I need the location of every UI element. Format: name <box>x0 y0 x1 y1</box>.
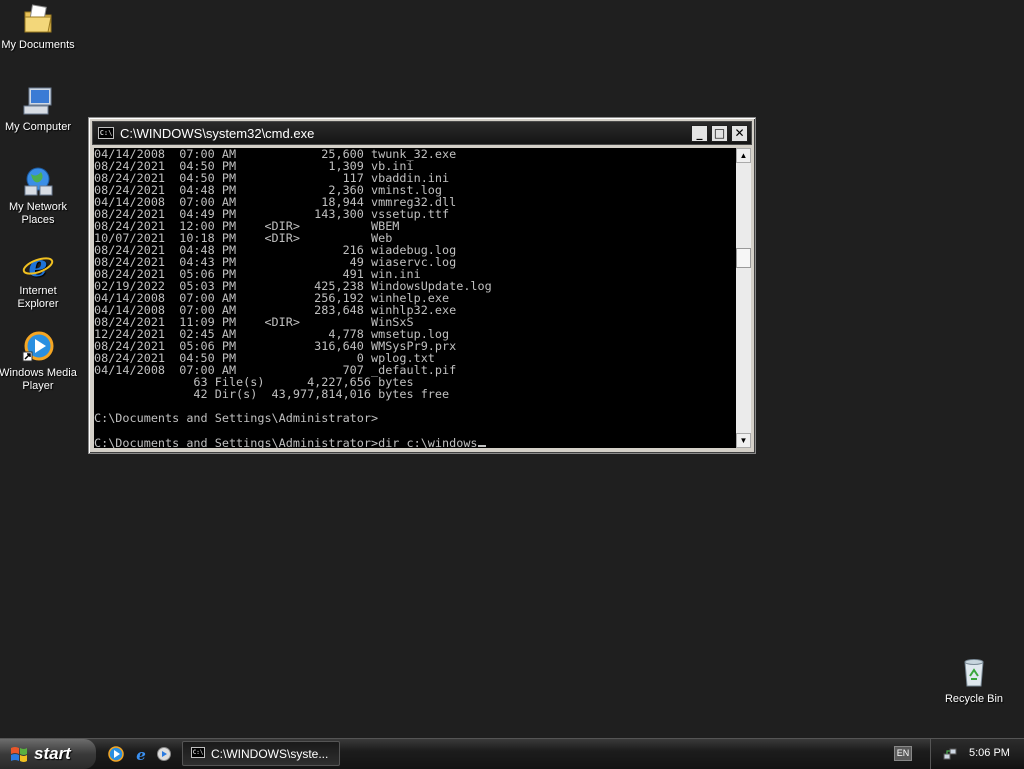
scroll-up-arrow-icon[interactable]: ▲ <box>736 148 751 163</box>
media-player-icon <box>22 331 54 362</box>
console-line: C:\Documents and Settings\Administrator> <box>94 411 379 425</box>
vertical-scrollbar[interactable]: ▲ ▼ <box>736 148 751 448</box>
text-cursor <box>477 436 486 447</box>
minimize-button[interactable]: _ <box>691 125 708 142</box>
my-documents-icon <box>24 4 52 33</box>
desktop-icon-label: Recycle Bin <box>944 693 1004 705</box>
start-label: start <box>34 744 71 763</box>
network-places-icon <box>24 167 53 196</box>
clock[interactable]: 5:06 PM <box>969 747 1010 759</box>
language-indicator[interactable]: EN <box>894 746 912 761</box>
recycle-bin-icon <box>964 659 984 687</box>
maximize-button[interactable]: □ <box>711 125 728 142</box>
desktop-icon-my-computer[interactable]: My Computer <box>0 84 78 134</box>
scroll-down-arrow-icon[interactable]: ▼ <box>736 433 751 448</box>
taskbar: start e C:\ C:\WINDOWS\syste... EN 5:06 … <box>0 738 1024 769</box>
console-text: 04/14/2008 07:00 AM 25,600 twunk_32.exe … <box>94 148 736 448</box>
network-status-icon[interactable] <box>943 747 957 761</box>
command-prompt-line[interactable]: C:\Documents and Settings\Administrator>… <box>94 436 478 448</box>
internet-explorer-icon: e <box>22 249 54 282</box>
desktop-icon-label: My Computer <box>4 121 72 133</box>
taskbar-button-label: C:\WINDOWS\syste... <box>211 747 329 761</box>
close-button[interactable]: ✕ <box>731 125 748 142</box>
start-button[interactable]: start <box>0 739 96 769</box>
cmd-icon: C:\ <box>98 127 114 139</box>
desktop-icon-media-player[interactable]: Windows Media Player <box>0 330 78 393</box>
console-history: 04/14/2008 07:00 AM 25,600 twunk_32.exe … <box>94 148 492 425</box>
desktop-icon-label: Internet Explorer <box>17 285 59 310</box>
cmd-window[interactable]: C:\ C:\WINDOWS\system32\cmd.exe _ □ ✕ 04… <box>88 117 756 454</box>
desktop-icon-label: Windows Media Player <box>0 367 77 392</box>
desktop-icon-label: My Network Places <box>8 201 68 226</box>
system-tray: 5:06 PM <box>930 739 1024 769</box>
cmd-icon: C:\ <box>191 747 205 758</box>
desktop-icon-recycle-bin[interactable]: Recycle Bin <box>934 656 1014 706</box>
window-title: C:\WINDOWS\system32\cmd.exe <box>120 126 315 141</box>
window-titlebar[interactable]: C:\ C:\WINDOWS\system32\cmd.exe _ □ ✕ <box>92 121 752 145</box>
svg-text:e: e <box>136 746 146 762</box>
scrollbar-thumb[interactable] <box>736 248 751 268</box>
media-player-icon[interactable] <box>108 746 124 762</box>
desktop-icon-label: My Documents <box>1 39 75 51</box>
desktop-icon-my-documents[interactable]: My Documents <box>0 2 78 52</box>
my-computer-icon <box>23 87 52 115</box>
console-line: 42 Dir(s) 43,977,814,016 bytes free <box>193 387 450 401</box>
windows-flag-icon <box>11 747 27 762</box>
internet-explorer-icon[interactable]: e <box>133 746 149 762</box>
taskbar-button-cmd[interactable]: C:\ C:\WINDOWS\syste... <box>182 741 340 766</box>
show-desktop-icon[interactable] <box>156 746 172 762</box>
desktop-icon-internet-explorer[interactable]: e Internet Explorer <box>0 248 78 311</box>
console-output[interactable]: 04/14/2008 07:00 AM 25,600 twunk_32.exe … <box>94 148 736 448</box>
svg-text:e: e <box>28 249 47 282</box>
desktop-icon-network-places[interactable]: My Network Places <box>0 164 78 227</box>
